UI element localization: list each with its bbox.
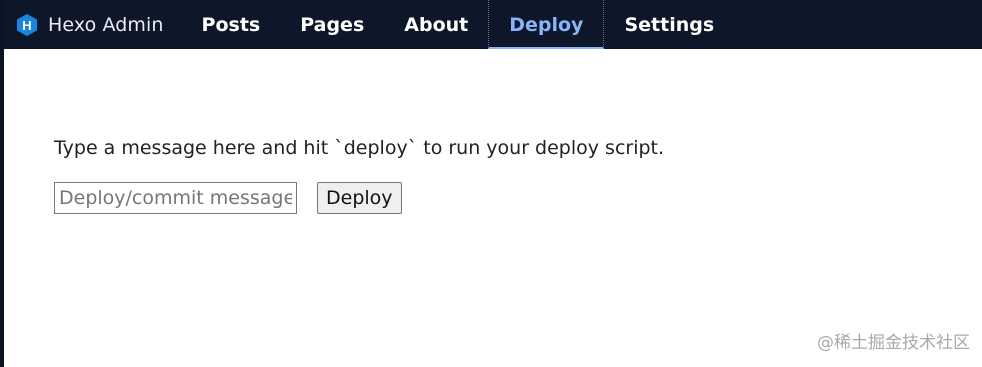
hexo-hexagon-icon: H (16, 13, 38, 37)
deploy-button[interactable]: Deploy (317, 182, 402, 214)
deploy-form: Deploy (54, 182, 664, 214)
nav-item-settings[interactable]: Settings (604, 0, 734, 49)
deploy-panel: Type a message here and hit `deploy` to … (54, 134, 664, 214)
watermark: @稀土掘金技术社区 (817, 333, 970, 353)
svg-text:H: H (22, 18, 31, 33)
main-nav: Posts Pages About Deploy Settings (182, 0, 735, 49)
nav-item-pages[interactable]: Pages (280, 0, 384, 49)
commit-message-input[interactable] (54, 182, 297, 214)
nav-item-posts[interactable]: Posts (182, 0, 281, 49)
deploy-instructions: Type a message here and hit `deploy` to … (54, 137, 665, 159)
brand-link[interactable]: H Hexo Admin (4, 0, 182, 49)
nav-item-about[interactable]: About (384, 0, 488, 49)
nav-item-deploy[interactable]: Deploy (488, 0, 605, 49)
app-title: Hexo Admin (48, 13, 164, 36)
top-navbar: H Hexo Admin Posts Pages About Deploy Se… (4, 0, 982, 49)
app-window: H Hexo Admin Posts Pages About Deploy Se… (0, 0, 982, 367)
